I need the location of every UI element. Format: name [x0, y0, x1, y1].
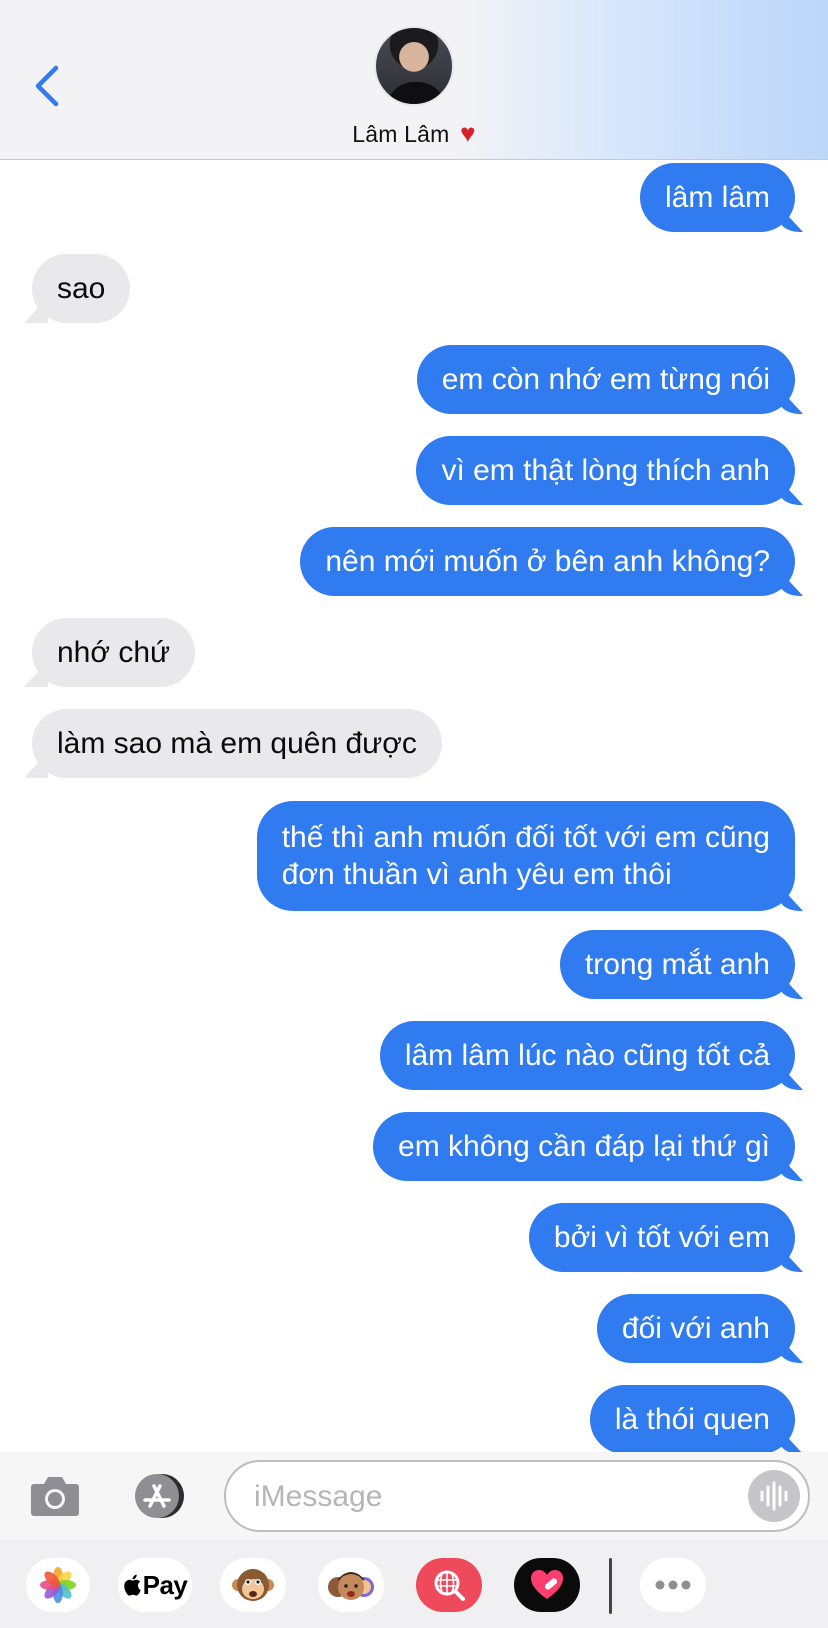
message-bubble-received[interactable]: sao — [32, 254, 131, 323]
memoji-stickers-icon[interactable] — [318, 1558, 384, 1612]
more-apps-icon[interactable] — [640, 1558, 706, 1612]
drawer-separator — [609, 1558, 612, 1614]
conversation-header: Lâm Lâm ♥ — [0, 0, 828, 160]
message-bubble-sent[interactable]: bởi vì tốt với em — [528, 1203, 795, 1272]
animoji-monkey-icon[interactable] — [220, 1558, 286, 1612]
message-text: làm sao mà em quên được — [57, 727, 417, 760]
compose-bar — [0, 1452, 828, 1540]
message-bubble-sent[interactable]: là thói quen — [589, 1385, 795, 1452]
digital-touch-heart-icon[interactable] — [514, 1558, 580, 1612]
message-bubble-sent[interactable]: em không cần đáp lại thứ gì — [373, 1112, 795, 1181]
message-text: nên mới muốn ở bên anh không? — [325, 545, 770, 578]
message-bubble-sent[interactable]: trong mắt anh — [559, 930, 795, 999]
message-bubble-sent[interactable]: nên mới muốn ở bên anh không? — [300, 527, 795, 596]
message-text: là thói quen — [614, 1403, 770, 1436]
message-text: bởi vì tốt với em — [553, 1221, 770, 1254]
apple-pay-app[interactable]: Pay — [118, 1558, 192, 1612]
message-bubble-received[interactable]: nhớ chứ — [32, 618, 196, 687]
contact-name[interactable]: Lâm Lâm ♥ — [0, 118, 828, 149]
search-images-icon[interactable] — [416, 1558, 482, 1612]
message-text: sao — [57, 272, 106, 305]
apple-pay-label: Pay — [142, 1569, 188, 1600]
message-text: nhớ chứ — [57, 636, 171, 669]
message-bubble-sent[interactable]: vì em thật lòng thích anh — [416, 436, 795, 505]
contact-name-text: Lâm Lâm — [352, 121, 450, 147]
message-bubble-sent[interactable]: thế thì anh muốn đối tốt với em cũng đơn… — [256, 801, 795, 911]
message-text-line: đơn thuần vì anh yêu em thôi — [281, 858, 672, 891]
message-bubble-sent[interactable]: đối với anh — [596, 1294, 795, 1363]
message-text: trong mắt anh — [584, 948, 770, 981]
message-text: đối với anh — [621, 1312, 770, 1345]
message-bubble-received[interactable]: làm sao mà em quên được — [32, 709, 442, 778]
camera-icon[interactable] — [30, 1472, 80, 1518]
photos-app-icon[interactable] — [26, 1558, 90, 1612]
message-bubble-sent[interactable]: lâm lâm — [639, 163, 795, 232]
message-text: vì em thật lòng thích anh — [441, 454, 770, 487]
back-chevron-icon[interactable] — [28, 62, 68, 110]
apple-logo-icon — [123, 1574, 141, 1596]
message-text: em không cần đáp lại thứ gì — [398, 1130, 770, 1163]
message-thread[interactable]: lâm lâm sao em còn nhớ em từng nói vì em… — [0, 160, 828, 1452]
contact-avatar[interactable] — [374, 26, 454, 106]
message-field[interactable] — [224, 1460, 810, 1532]
imessage-app-drawer: Pay — [0, 1540, 828, 1628]
heart-emoji: ♥ — [460, 118, 476, 148]
message-text: lâm lâm — [664, 181, 770, 214]
message-input[interactable] — [254, 1476, 704, 1518]
message-text: lâm lâm lúc nào cũng tốt cả — [404, 1039, 770, 1072]
app-store-icon[interactable] — [126, 1472, 192, 1520]
message-bubble-sent[interactable]: em còn nhớ em từng nói — [416, 345, 795, 414]
audio-waveform-icon[interactable] — [748, 1470, 800, 1522]
message-text: em còn nhớ em từng nói — [441, 363, 770, 396]
message-text-line: thế thì anh muốn đối tốt với em cũng — [281, 821, 770, 854]
message-bubble-sent[interactable]: lâm lâm lúc nào cũng tốt cả — [379, 1021, 795, 1090]
